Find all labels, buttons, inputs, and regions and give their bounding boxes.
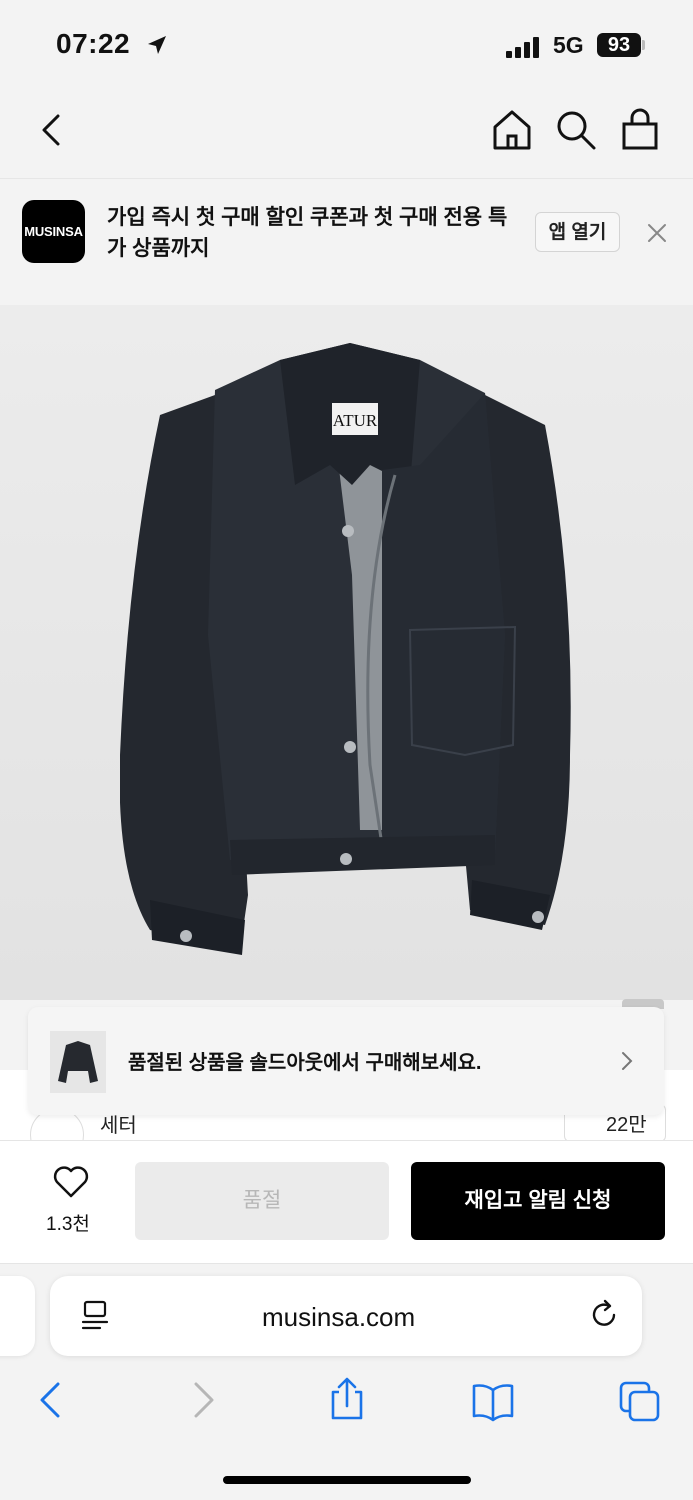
- product-thumbnail: [50, 1031, 106, 1093]
- tabs-icon[interactable]: [618, 1380, 662, 1424]
- shopping-bag-icon[interactable]: [618, 108, 662, 152]
- banner-message: 가입 즉시 첫 구매 할인 쿠폰과 첫 구매 전용 특가 상품까지: [107, 206, 508, 260]
- like-total: 1.3천: [46, 1214, 90, 1235]
- open-app-button[interactable]: 앱 열기: [535, 212, 620, 252]
- cellular-signal-icon: [506, 37, 539, 58]
- battery-level: 93: [597, 33, 641, 57]
- url-text[interactable]: musinsa.com: [262, 1302, 415, 1333]
- soldout-button: 품절: [135, 1162, 389, 1240]
- heart-icon[interactable]: [52, 1165, 90, 1199]
- home-icon[interactable]: [490, 108, 534, 152]
- status-time: 07:22: [56, 28, 131, 59]
- restock-alert-button[interactable]: 재입고 알림 신청: [411, 1162, 665, 1240]
- battery-tip: [642, 40, 645, 50]
- page-menu-icon[interactable]: [80, 1298, 110, 1332]
- bookmarks-icon[interactable]: [471, 1380, 515, 1424]
- search-icon[interactable]: [554, 108, 598, 152]
- back-icon[interactable]: [30, 1378, 74, 1422]
- forward-icon: [194, 1382, 214, 1418]
- location-arrow-icon: [148, 36, 166, 54]
- denim-jacket-image: ATUR: [120, 343, 571, 955]
- garment-label: ATUR: [333, 411, 378, 430]
- soldout-promo-text: 품절된 상품을 솔드아웃에서 구매해보세요.: [128, 1052, 482, 1074]
- musinsa-logo: MUSINSA: [22, 200, 85, 263]
- close-icon[interactable]: [646, 222, 668, 244]
- back-chevron-icon[interactable]: [30, 108, 74, 152]
- reload-icon[interactable]: [587, 1298, 621, 1332]
- home-indicator[interactable]: [223, 1476, 471, 1484]
- previous-tab-url-bar[interactable]: [0, 1276, 35, 1356]
- chevron-right-icon: [622, 1052, 633, 1070]
- network-type: 5G: [553, 32, 584, 58]
- share-icon[interactable]: [325, 1376, 369, 1420]
